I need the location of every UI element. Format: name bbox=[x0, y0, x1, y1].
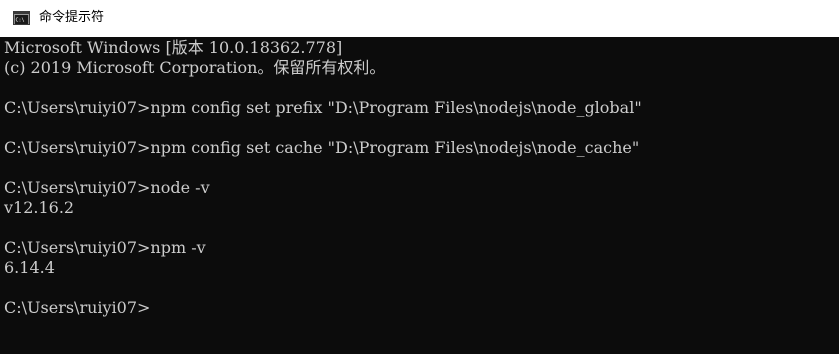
console-line-npm-prefix: C:\Users\ruiyi07>npm config set prefix "… bbox=[4, 98, 642, 117]
console-line-npm-cache: C:\Users\ruiyi07>npm config set cache "D… bbox=[4, 138, 640, 157]
title-bar[interactable]: C:\ 命令提示符 bbox=[0, 0, 839, 37]
console-line-npm-v-command: C:\Users\ruiyi07>npm -v bbox=[4, 238, 206, 257]
console-prompt[interactable]: C:\Users\ruiyi07> bbox=[4, 298, 150, 318]
console-line-npm-version: 6.14.4 bbox=[4, 258, 55, 277]
command-prompt-window: C:\ 命令提示符 Microsoft Windows [版本 10.0.183… bbox=[0, 0, 839, 354]
cmd-console-icon: C:\ bbox=[13, 11, 30, 25]
window-title: 命令提示符 bbox=[39, 10, 105, 25]
console-line-copyright: (c) 2019 Microsoft Corporation。保留所有权利。 bbox=[4, 58, 386, 77]
console-output[interactable]: Microsoft Windows [版本 10.0.18362.778] (c… bbox=[0, 37, 839, 354]
console-line-node-v-command: C:\Users\ruiyi07>node -v bbox=[4, 178, 210, 197]
svg-text:C:\: C:\ bbox=[16, 18, 25, 24]
console-line-node-version: v12.16.2 bbox=[4, 198, 75, 217]
console-line-version: Microsoft Windows [版本 10.0.18362.778] bbox=[4, 38, 343, 57]
